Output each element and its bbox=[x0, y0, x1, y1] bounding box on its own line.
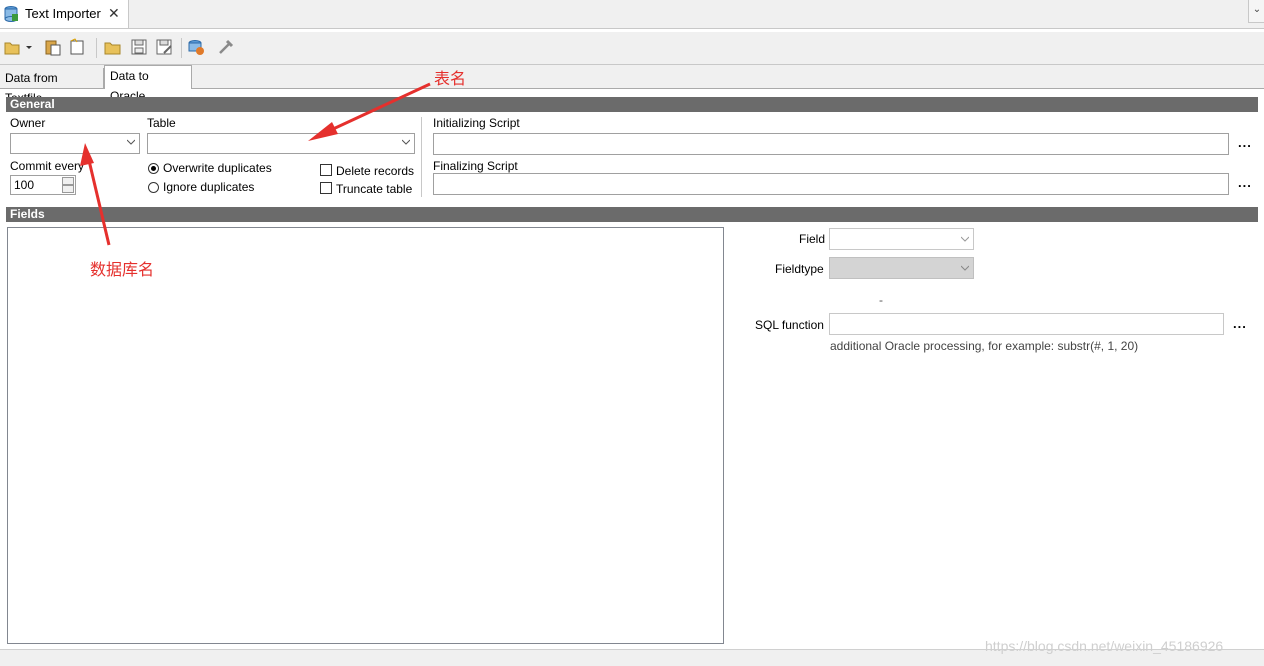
annotation-table-name: 表名 bbox=[434, 71, 467, 88]
annotation-arrowhead-table bbox=[308, 122, 338, 141]
annotation-arrow-owner bbox=[85, 151, 111, 246]
annotation-arrowhead-owner bbox=[80, 143, 94, 166]
annotation-arrows bbox=[80, 82, 431, 246]
annotation-database-name: 数据库名 bbox=[90, 262, 155, 279]
